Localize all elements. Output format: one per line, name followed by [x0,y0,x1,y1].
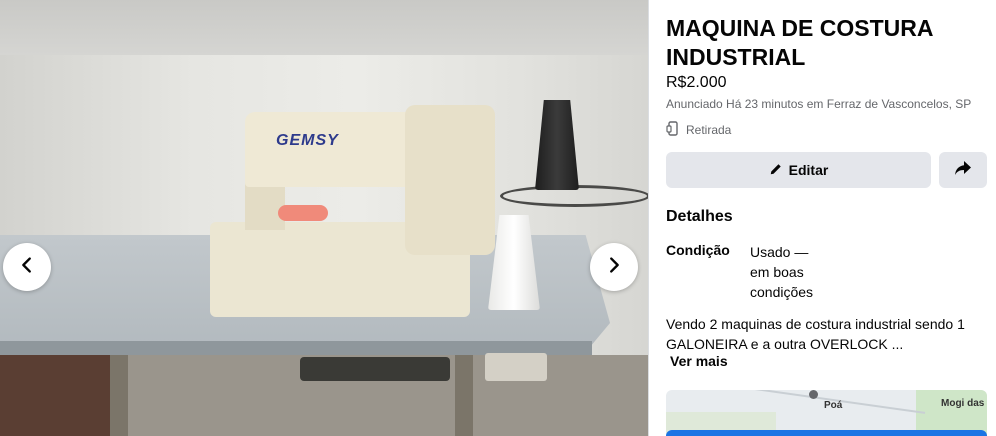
chevron-left-icon [16,254,38,281]
edit-listing-button[interactable]: Editar [666,152,931,188]
map-label-mogi: Mogi das [941,398,985,409]
map-pin-icon [809,390,818,399]
photo-table-leg [455,355,473,436]
chevron-right-icon [603,254,625,281]
photo-floor-shadow [0,355,110,436]
photo-fabric [278,205,328,221]
listed-time-location: Anunciado Há 23 minutos em Ferraz de Vas… [666,97,972,111]
share-arrow-icon [954,160,972,181]
photo-switch-box [485,353,547,381]
see-more-link[interactable]: Ver mais [670,353,728,369]
next-photo-button[interactable] [590,243,638,291]
map-label-poa: Poá [824,400,843,411]
phone-icon [666,121,680,139]
listing-price: R$2.000 [666,74,727,91]
share-button[interactable] [939,152,987,188]
listing-details-panel: MAQUINA DE COSTURA INDUSTRIAL R$2.000 An… [648,0,996,436]
message-seller-button[interactable] [666,430,987,436]
details-heading: Detalhes [666,208,733,225]
photo-top-band [0,0,648,55]
condition-label: Condição [666,242,730,258]
condition-value: Usado — em boas condições [750,244,814,300]
listing-photo[interactable]: GEMSY [0,55,648,436]
photo-motor [300,357,450,381]
edit-button-label: Editar [788,162,829,178]
listing-title: MAQUINA DE COSTURA INDUSTRIAL [666,15,933,70]
pickup-info: Retirada [666,121,731,139]
previous-photo-button[interactable] [3,243,51,291]
pickup-label: Retirada [686,123,732,137]
pencil-icon [769,162,783,179]
photo-table-leg [110,355,128,436]
image-viewer: GEMSY [0,0,648,436]
photo-brand-logo: GEMSY [276,132,339,149]
photo-machine-head [405,105,495,255]
listing-description: Vendo 2 maquinas de costura industrial s… [666,316,965,352]
